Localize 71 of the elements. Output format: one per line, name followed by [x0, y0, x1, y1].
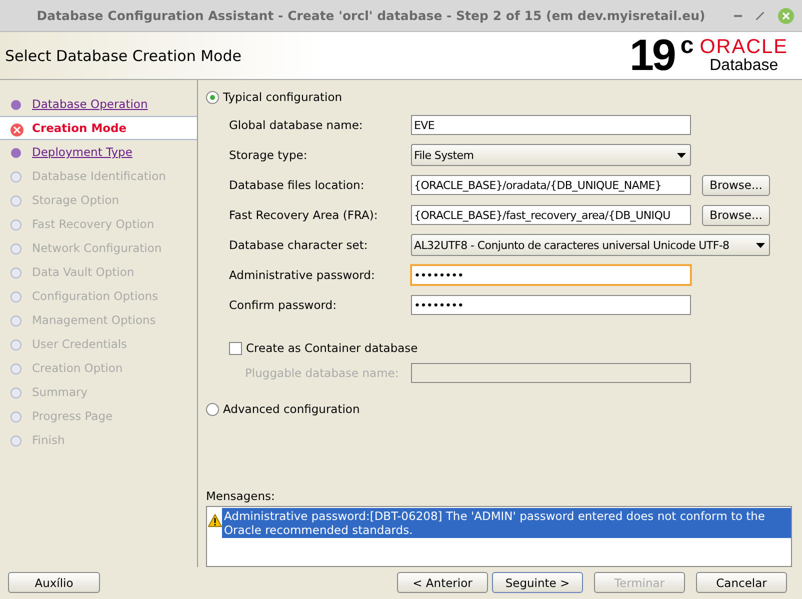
nav-button[interactable]: Cancelar: [696, 572, 787, 593]
messages-label: Mensagens:: [206, 489, 276, 503]
error-step-icon: [10, 123, 24, 137]
pending-step-icon: [10, 267, 22, 279]
nav-button[interactable]: < Anterior: [397, 572, 488, 593]
field-label: Confirm password:: [229, 298, 338, 312]
pending-step-icon: [10, 387, 22, 399]
pending-step-icon: [10, 243, 22, 255]
step-label: Creation Mode: [32, 121, 127, 135]
radio-label: Advanced configuration: [223, 402, 360, 416]
maximize-icon[interactable]: [756, 12, 764, 20]
logo-product: Database: [710, 56, 778, 74]
typical-radio[interactable]: [206, 90, 219, 104]
pending-step-icon: [10, 195, 22, 207]
field-label: Storage type:: [229, 148, 308, 162]
step-label: Summary: [32, 385, 88, 399]
completed-step-icon: [10, 99, 22, 111]
help-button[interactable]: Auxílio: [8, 572, 100, 593]
completed-step-icon: [10, 147, 22, 159]
caret-icon: [756, 242, 765, 248]
message-text[interactable]: Administrative password:[DBT-06208] The 'ADMIN' password entered does not conform to the Oracle recommended standards.: [222, 508, 791, 538]
input-field[interactable]: ••••••••: [411, 295, 691, 315]
dropdown[interactable]: File System: [411, 144, 691, 166]
browse-button[interactable]: Browse...: [702, 174, 770, 196]
step-label[interactable]: Deployment Type: [32, 145, 132, 159]
pending-step-icon: [10, 171, 22, 183]
input-field[interactable]: {ORACLE_BASE}/oradata/{DB_UNIQUE_NAME}: [411, 175, 691, 195]
step-label: Database Identification: [32, 169, 166, 183]
field-label: Database files location:: [229, 178, 366, 192]
page-title: Select Database Creation Mode: [5, 46, 242, 64]
pending-step-icon: [10, 219, 22, 231]
window-title: Database Configuration Assistant - Create 'orcl' database - Step 2 of 15 (em dev.myisretail.eu): [36, 8, 706, 23]
field-label: Pluggable database name:: [245, 366, 400, 380]
pending-step-icon: [10, 291, 22, 303]
field-label: Database character set:: [229, 238, 369, 252]
nav-button[interactable]: Seguinte >: [492, 572, 583, 593]
step-label: Configuration Options: [32, 289, 158, 303]
close-icon[interactable]: [778, 8, 794, 24]
field-label: Administrative password:: [229, 268, 376, 282]
pending-step-icon: [10, 411, 22, 423]
step-label: Network Configuration: [32, 241, 162, 255]
step-label: Creation Option: [32, 361, 123, 375]
input-field[interactable]: {ORACLE_BASE}/fast_recovery_area/{DB_UNIQU: [411, 205, 691, 225]
caret-icon: [677, 152, 686, 158]
logo-brand: ORACLE: [700, 36, 788, 57]
browse-button[interactable]: Browse...: [702, 204, 770, 226]
logo-superscript: c: [680, 34, 694, 58]
logo-version: 19: [629, 34, 674, 78]
radio-label: Typical configuration: [223, 90, 342, 104]
step-label: Management Options: [32, 313, 156, 327]
step-label: Fast Recovery Option: [32, 217, 154, 231]
input-field[interactable]: [411, 363, 691, 383]
step-label: Storage Option: [32, 193, 120, 207]
field-label: Global database name:: [229, 118, 364, 132]
dropdown[interactable]: AL32UTF8 - Conjunto de caracteres universal Unicode UTF-8: [411, 234, 770, 256]
checkbox[interactable]: [229, 342, 242, 354]
checkbox-label: Create as Container database: [246, 341, 418, 355]
step-label[interactable]: Database Operation: [32, 97, 148, 111]
input-field[interactable]: ••••••••: [411, 265, 691, 285]
input-field[interactable]: EVE: [411, 115, 691, 135]
pending-step-icon: [10, 363, 22, 375]
pending-step-icon: [10, 315, 22, 327]
step-label: Data Vault Option: [32, 265, 134, 279]
field-label: Fast Recovery Area (FRA):: [229, 208, 379, 222]
advanced-radio[interactable]: [206, 402, 219, 416]
step-label: User Credentials: [32, 337, 128, 351]
step-label: Progress Page: [32, 409, 113, 423]
step-label: Finish: [32, 433, 65, 447]
warning-icon: [208, 514, 222, 527]
pending-step-icon: [10, 435, 22, 447]
pending-step-icon: [10, 339, 22, 351]
